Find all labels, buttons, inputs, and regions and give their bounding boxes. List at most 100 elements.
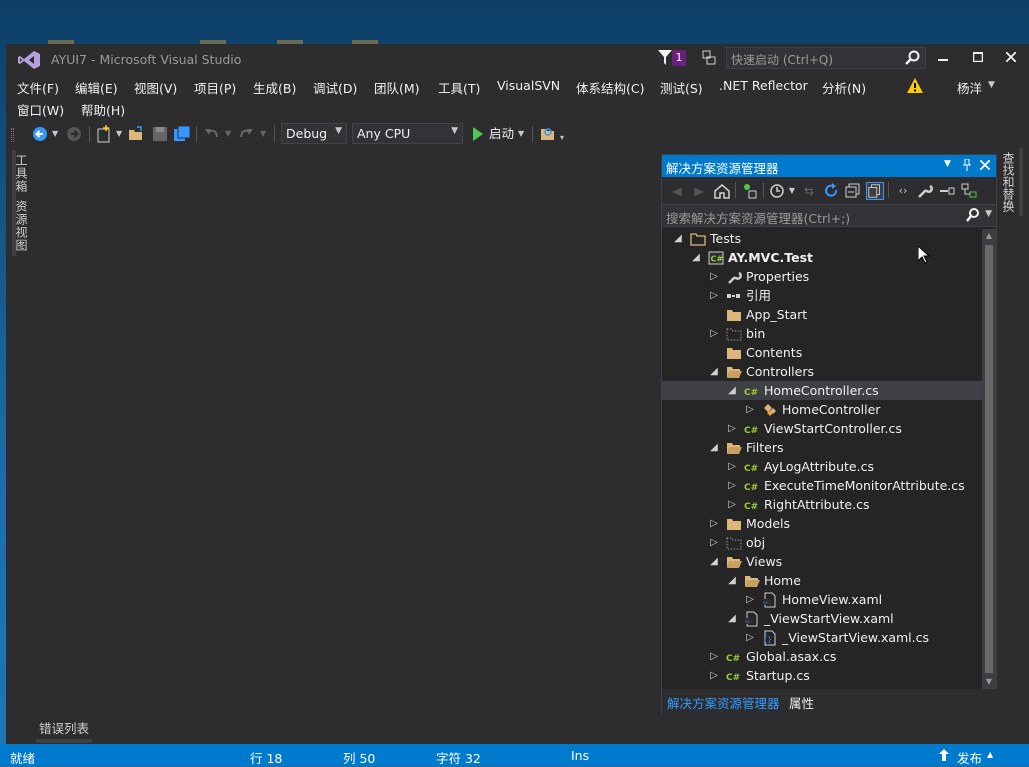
- scroll-down-icon[interactable]: ▼: [982, 675, 996, 689]
- find-replace-tab[interactable]: 查找和替换: [1001, 148, 1023, 216]
- show-all-files-icon[interactable]: [866, 182, 884, 200]
- back-dropdown-arrow[interactable]: ▼: [52, 124, 58, 144]
- new-dropdown-arrow[interactable]: ▼: [116, 124, 122, 144]
- tree-item[interactable]: ▷ C# RightAttribute.cs: [662, 495, 982, 514]
- collapse-all-icon[interactable]: [844, 182, 862, 200]
- find-in-files-icon[interactable]: [540, 126, 556, 142]
- refresh-icon[interactable]: [822, 182, 840, 200]
- tab-solution-explorer[interactable]: 解决方案资源管理器: [664, 691, 783, 714]
- tab-properties[interactable]: 属性: [786, 691, 817, 714]
- tree-item[interactable]: ▷ C# AyLogAttribute.cs: [662, 457, 982, 476]
- collapsed-arrow-icon[interactable]: ▷: [708, 286, 720, 305]
- toolbar-overflow-icon[interactable]: ▾: [560, 128, 564, 148]
- start-play-icon[interactable]: [472, 127, 484, 141]
- tree-item[interactable]: ◢ Filters: [662, 438, 982, 457]
- tree-item[interactable]: ◢ Home: [662, 571, 982, 590]
- collapsed-arrow-icon[interactable]: ▷: [708, 533, 720, 552]
- solution-platform-select[interactable]: Any CPU ▼: [352, 123, 463, 144]
- open-file-icon[interactable]: [128, 126, 144, 142]
- collapsed-arrow-icon[interactable]: ▷: [708, 324, 720, 343]
- expanded-arrow-icon[interactable]: ◢: [690, 248, 702, 267]
- tree-item[interactable]: ▷ HomeController: [662, 400, 982, 419]
- solution-explorer-search-input[interactable]: 搜索解决方案资源管理器(Ctrl+;) ▼: [662, 205, 996, 227]
- save-all-icon[interactable]: [174, 126, 190, 142]
- properties-wrench-icon[interactable]: [916, 182, 934, 200]
- menu-test[interactable]: 测试(S): [660, 78, 703, 97]
- user-name[interactable]: 杨洋: [957, 78, 982, 97]
- scroll-up-icon[interactable]: ▲: [982, 229, 996, 243]
- menu-help[interactable]: 帮助(H): [81, 100, 125, 119]
- tree-item[interactable]: ◢ C# AY.MVC.Test: [662, 248, 982, 267]
- window-position-dropdown-icon[interactable]: ▼: [944, 159, 951, 169]
- view-code-icon[interactable]: ‹›: [894, 182, 912, 200]
- expanded-arrow-icon[interactable]: ◢: [708, 362, 720, 381]
- collapsed-arrow-icon[interactable]: ▷: [726, 495, 738, 514]
- navigate-forward-icon[interactable]: [66, 126, 82, 142]
- close-icon[interactable]: [980, 160, 990, 170]
- tree-item[interactable]: ◢ Tests: [662, 229, 982, 248]
- menu-analyze[interactable]: 分析(N): [822, 78, 866, 97]
- maximize-button[interactable]: [963, 47, 993, 69]
- toolbox-tab[interactable]: 工具箱: [12, 150, 32, 197]
- collapsed-arrow-icon[interactable]: ▷: [744, 628, 756, 647]
- menu-team[interactable]: 团队(M): [374, 78, 420, 97]
- search-options-dropdown-icon[interactable]: ▼: [985, 209, 992, 219]
- menu-view[interactable]: 视图(V): [134, 78, 177, 97]
- class-diagram-icon[interactable]: [960, 182, 978, 200]
- start-button[interactable]: 启动: [489, 124, 514, 144]
- menu-tools[interactable]: 工具(T): [438, 78, 480, 97]
- publish-button[interactable]: 发布: [957, 748, 982, 767]
- menu-project[interactable]: 项目(P): [194, 78, 236, 97]
- pin-icon[interactable]: [962, 159, 972, 171]
- notification-badge[interactable]: 1: [672, 50, 686, 66]
- collapsed-arrow-icon[interactable]: ▷: [726, 457, 738, 476]
- new-project-icon[interactable]: [96, 125, 112, 143]
- collapsed-arrow-icon[interactable]: ▷: [708, 514, 720, 533]
- collapsed-arrow-icon[interactable]: ▷: [726, 419, 738, 438]
- expanded-arrow-icon[interactable]: ◢: [708, 552, 720, 571]
- tree-item[interactable]: ▷ 引用: [662, 286, 982, 305]
- menu-file[interactable]: 文件(F): [17, 78, 59, 97]
- pending-changes-filter-icon[interactable]: [741, 182, 759, 200]
- menu-edit[interactable]: 编辑(E): [75, 78, 118, 97]
- quick-launch-input[interactable]: 快速启动 (Ctrl+Q): [726, 47, 926, 69]
- filter-icon[interactable]: [658, 50, 672, 66]
- tree-item[interactable]: ▷ Properties: [662, 267, 982, 286]
- save-icon[interactable]: [152, 126, 168, 142]
- menu-visualsvn[interactable]: VisualSVN: [497, 78, 560, 93]
- tree-item[interactable]: ▷ obj: [662, 533, 982, 552]
- collapsed-arrow-icon[interactable]: ▷: [744, 400, 756, 419]
- collapsed-arrow-icon[interactable]: ▷: [708, 267, 720, 286]
- menu-window[interactable]: 窗口(W): [17, 100, 64, 119]
- redo-icon[interactable]: [238, 126, 254, 142]
- tree-item[interactable]: ▷ bin: [662, 324, 982, 343]
- tree-item[interactable]: ◢ ‹› _ViewStartView.xaml: [662, 609, 982, 628]
- history-dropdown-arrow[interactable]: ▼: [783, 182, 801, 200]
- solution-configuration-select[interactable]: Debug ▼: [281, 123, 347, 144]
- expanded-arrow-icon[interactable]: ◢: [672, 229, 684, 248]
- redo-dropdown-arrow[interactable]: ▼: [260, 124, 266, 144]
- tree-item[interactable]: ▷ C# ExecuteTimeMonitorAttribute.cs: [662, 476, 982, 495]
- menu-architecture[interactable]: 体系结构(C): [576, 78, 644, 97]
- menu-build[interactable]: 生成(B): [253, 78, 296, 97]
- tree-item[interactable]: ▷ C# ViewStartController.cs: [662, 419, 982, 438]
- tree-item[interactable]: Contents: [662, 343, 982, 362]
- collapsed-arrow-icon[interactable]: ▷: [708, 647, 720, 666]
- chevron-up-icon[interactable]: ▲: [987, 750, 993, 759]
- back-icon[interactable]: ◀: [668, 182, 686, 200]
- home-icon[interactable]: [713, 182, 731, 200]
- sync-with-document-icon[interactable]: ⇆: [800, 182, 818, 200]
- undo-icon[interactable]: [204, 126, 220, 142]
- tree-item[interactable]: ◢ C# HomeController.cs: [662, 381, 982, 400]
- undo-dropdown-arrow[interactable]: ▼: [225, 124, 231, 144]
- publish-arrow-icon[interactable]: [938, 749, 950, 761]
- expanded-arrow-icon[interactable]: ◢: [708, 438, 720, 457]
- start-dropdown-arrow[interactable]: ▼: [518, 124, 524, 144]
- feedback-icon[interactable]: [702, 50, 716, 66]
- menu-net-reflector[interactable]: .NET Reflector: [719, 78, 808, 93]
- resource-view-tab[interactable]: 资源视图: [12, 196, 32, 256]
- scrollbar-thumb[interactable]: [985, 245, 993, 673]
- toolbar-grip[interactable]: [11, 128, 14, 142]
- error-list-tab[interactable]: 错误列表: [36, 716, 93, 743]
- close-button[interactable]: [996, 47, 1026, 69]
